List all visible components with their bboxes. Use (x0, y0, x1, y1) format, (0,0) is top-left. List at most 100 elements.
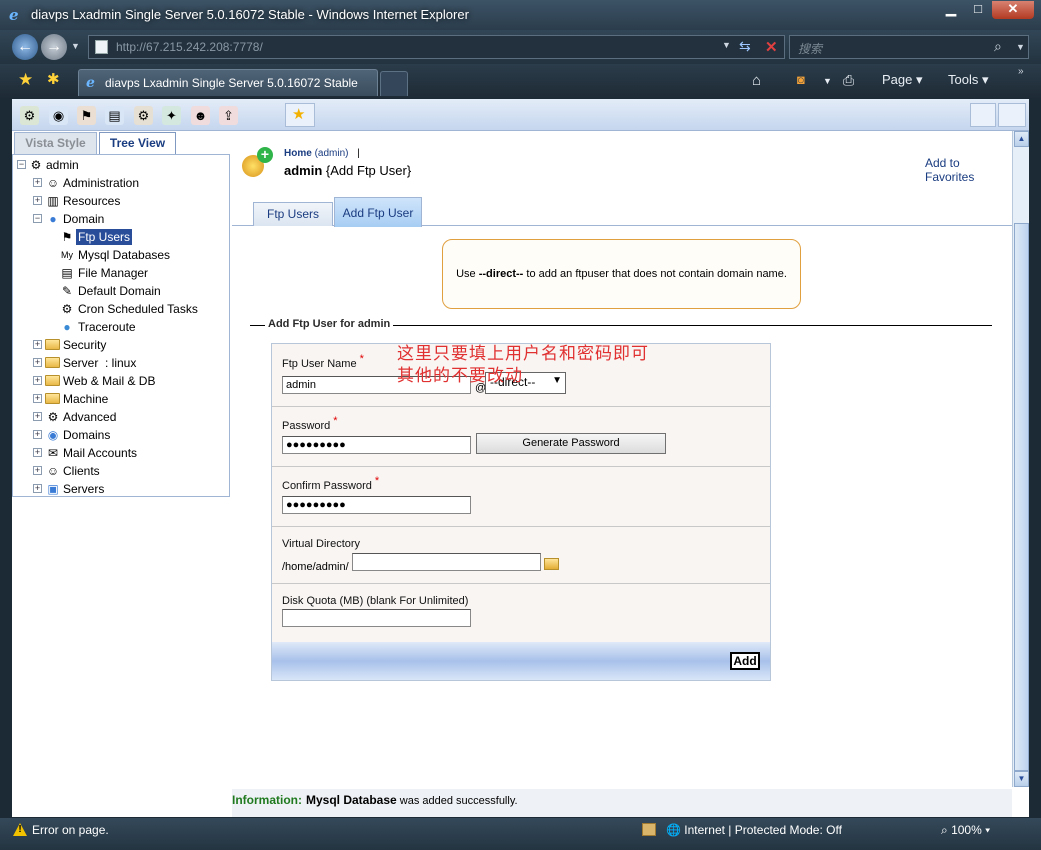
disk-quota-label: Disk Quota (MB) (blank For Unlimited) (282, 595, 469, 607)
refresh-icon[interactable]: ⇆ (739, 38, 751, 55)
expand-icon[interactable]: + (33, 412, 42, 421)
toolbar-network-icon[interactable]: ✦ (162, 106, 181, 125)
window-titlebar: e diavps Lxadmin Single Server 5.0.16072… (0, 0, 1041, 30)
sidebar-item-servers[interactable]: + ▣ Servers (33, 481, 223, 497)
close-window-button[interactable]: ✕ (992, 1, 1034, 19)
disk-quota-input[interactable] (282, 609, 471, 627)
sidebar-item-default-domain[interactable]: ✎ Default Domain (59, 283, 229, 299)
sidebar-item-domain[interactable]: − ● Domain (33, 211, 223, 227)
sidebar-item-machine[interactable]: + Machine (33, 391, 223, 407)
expand-icon[interactable]: + (33, 466, 42, 475)
expand-icon[interactable]: + (33, 448, 42, 457)
address-dropdown-icon[interactable]: ▼ (722, 40, 731, 50)
scroll-up-icon[interactable]: ▲ (1014, 131, 1029, 147)
toolbar-user-icon[interactable]: ☻ (191, 106, 210, 125)
favorites-star-button[interactable]: ★ (285, 103, 315, 127)
scroll-down-icon[interactable]: ▼ (1014, 771, 1029, 787)
sidebar-item-mysql-databases[interactable]: My Mysql Databases (59, 247, 229, 263)
search-icon[interactable]: ⌕ (994, 38, 1002, 55)
stop-icon[interactable]: ✕ (765, 38, 778, 56)
add-favorites-icon[interactable]: ✱ (47, 70, 60, 88)
sidebar-item-administration[interactable]: + ☺ Administration (33, 175, 223, 191)
tab-add-ftp-user[interactable]: Add Ftp User (334, 197, 422, 227)
tree-label: Administration (63, 176, 140, 190)
virtual-directory-input[interactable] (352, 553, 541, 571)
toolbar-admin-icon[interactable]: ⚙ (20, 106, 39, 125)
toolbar-chevron-icon[interactable]: » (1018, 66, 1024, 77)
tree-label: Cron Scheduled Tasks (78, 302, 198, 316)
scroll-thumb[interactable] (1014, 223, 1029, 771)
page-menu[interactable]: Page ▾ (882, 72, 923, 88)
sidebar-item-file-manager[interactable]: ▤ File Manager (59, 265, 229, 281)
forward-button[interactable]: → (41, 34, 67, 60)
tab-vista-style[interactable]: Vista Style (14, 132, 97, 155)
sidebar-item-web-mail-db[interactable]: + Web & Mail & DB (33, 373, 223, 389)
toolbar-logout-icon[interactable]: ⇪ (219, 106, 238, 125)
recent-pages-dropdown-icon[interactable]: ▼ (71, 41, 80, 51)
expand-icon[interactable]: + (33, 358, 42, 367)
sidebar-item-domains[interactable]: + ◉ Domains (33, 427, 223, 443)
search-dropdown-icon[interactable]: ▼ (1016, 42, 1025, 52)
tree-label: Mysql Databases (78, 248, 171, 262)
add-button[interactable]: Add (730, 652, 760, 670)
search-input[interactable]: 搜索 ⌕ ▼ (789, 35, 1029, 59)
zoom-level[interactable]: ⌕ 100% ▾ (941, 823, 990, 838)
confirm-password-input[interactable] (282, 496, 471, 514)
vertical-scrollbar[interactable]: ▲ ▼ (1012, 131, 1029, 787)
virtual-directory-label: Virtual Directory (282, 538, 361, 550)
sidebar-item-ftp-users[interactable]: ⚑ Ftp Users (59, 229, 229, 245)
expand-icon[interactable]: + (33, 376, 42, 385)
sidebar-item-security[interactable]: + Security (33, 337, 223, 353)
sidebar-item-server[interactable]: + Server : linux (33, 355, 223, 371)
sidebar-item-traceroute[interactable]: ● Traceroute (59, 319, 229, 335)
warning-icon[interactable]: ! (13, 823, 27, 836)
toolbar-exit-button[interactable] (998, 103, 1026, 127)
back-button[interactable]: ← (12, 34, 38, 60)
favorites-star-icon[interactable]: ★ (18, 70, 33, 90)
home-icon[interactable]: ⌂ (752, 72, 761, 89)
toolbar-server-icon[interactable]: ▤ (105, 106, 124, 125)
status-text[interactable]: Error on page. (32, 823, 109, 837)
breadcrumb-home-link[interactable]: Home (284, 148, 312, 159)
toolbar-help-button[interactable] (970, 103, 996, 127)
sidebar-item-advanced[interactable]: + ⚙ Advanced (33, 409, 223, 425)
direct-notice-box: Use --direct-- to add an ftpuser that do… (442, 239, 801, 309)
toolbar-globe-icon[interactable]: ◉ (49, 106, 68, 125)
expand-icon[interactable]: + (33, 430, 42, 439)
maximize-button[interactable]: □ (965, 1, 991, 19)
tree-root-admin[interactable]: − ⚙ admin (17, 157, 217, 173)
collapse-icon[interactable]: − (17, 160, 26, 169)
expand-icon[interactable]: + (33, 340, 42, 349)
password-input[interactable] (282, 436, 471, 454)
tab-tree-view[interactable]: Tree View (99, 132, 176, 156)
feeds-icon[interactable]: ◙ (797, 72, 805, 87)
expand-icon[interactable]: + (33, 196, 42, 205)
feeds-dropdown-icon[interactable]: ▼ (823, 76, 832, 86)
add-ftp-user-header-icon: + (242, 147, 274, 179)
new-tab-button[interactable] (380, 71, 408, 96)
expand-icon[interactable]: + (33, 484, 42, 493)
tab-ftp-users[interactable]: Ftp Users (253, 202, 333, 226)
expand-icon[interactable]: + (33, 394, 42, 403)
add-to-favorites-link[interactable]: Add to Favorites (925, 156, 1012, 184)
collapse-icon[interactable]: − (33, 214, 42, 223)
tree-label: File Manager (78, 266, 149, 280)
sidebar-item-cron-scheduled-tasks[interactable]: ⚙ Cron Scheduled Tasks (59, 301, 229, 317)
sidebar-item-clients[interactable]: + ☺ Clients (33, 463, 223, 479)
sidebar-item-resources[interactable]: + ▥ Resources (33, 193, 223, 209)
default-domain-icon: ✎ (61, 284, 73, 298)
toolbar-ftp-icon[interactable]: ⚑ (77, 106, 96, 125)
browser-tab-active[interactable]: e diavps Lxadmin Single Server 5.0.16072… (78, 69, 378, 96)
tools-menu[interactable]: Tools ▾ (948, 72, 989, 88)
star-icon: ★ (292, 106, 306, 123)
sidebar-item-mail-accounts[interactable]: + ✉ Mail Accounts (33, 445, 223, 461)
generate-password-button[interactable]: Generate Password (476, 433, 666, 454)
toolbar-settings-icon[interactable]: ⚙ (134, 106, 153, 125)
browse-folder-icon[interactable] (544, 558, 559, 570)
lxadmin-toolbar: ⚙ ◉ ⚑ ▤ ⚙ ✦ ☻ ⇪ ★ (12, 99, 1029, 131)
expand-icon[interactable]: + (33, 178, 42, 187)
minimize-button[interactable]: ▁ (938, 1, 964, 19)
address-input[interactable]: http://67.215.242.208:7778/ ▼ ⇆ ✕ (88, 35, 785, 59)
address-url[interactable]: http://67.215.242.208:7778/ (116, 40, 263, 54)
print-icon[interactable]: ⎙ (843, 72, 854, 89)
